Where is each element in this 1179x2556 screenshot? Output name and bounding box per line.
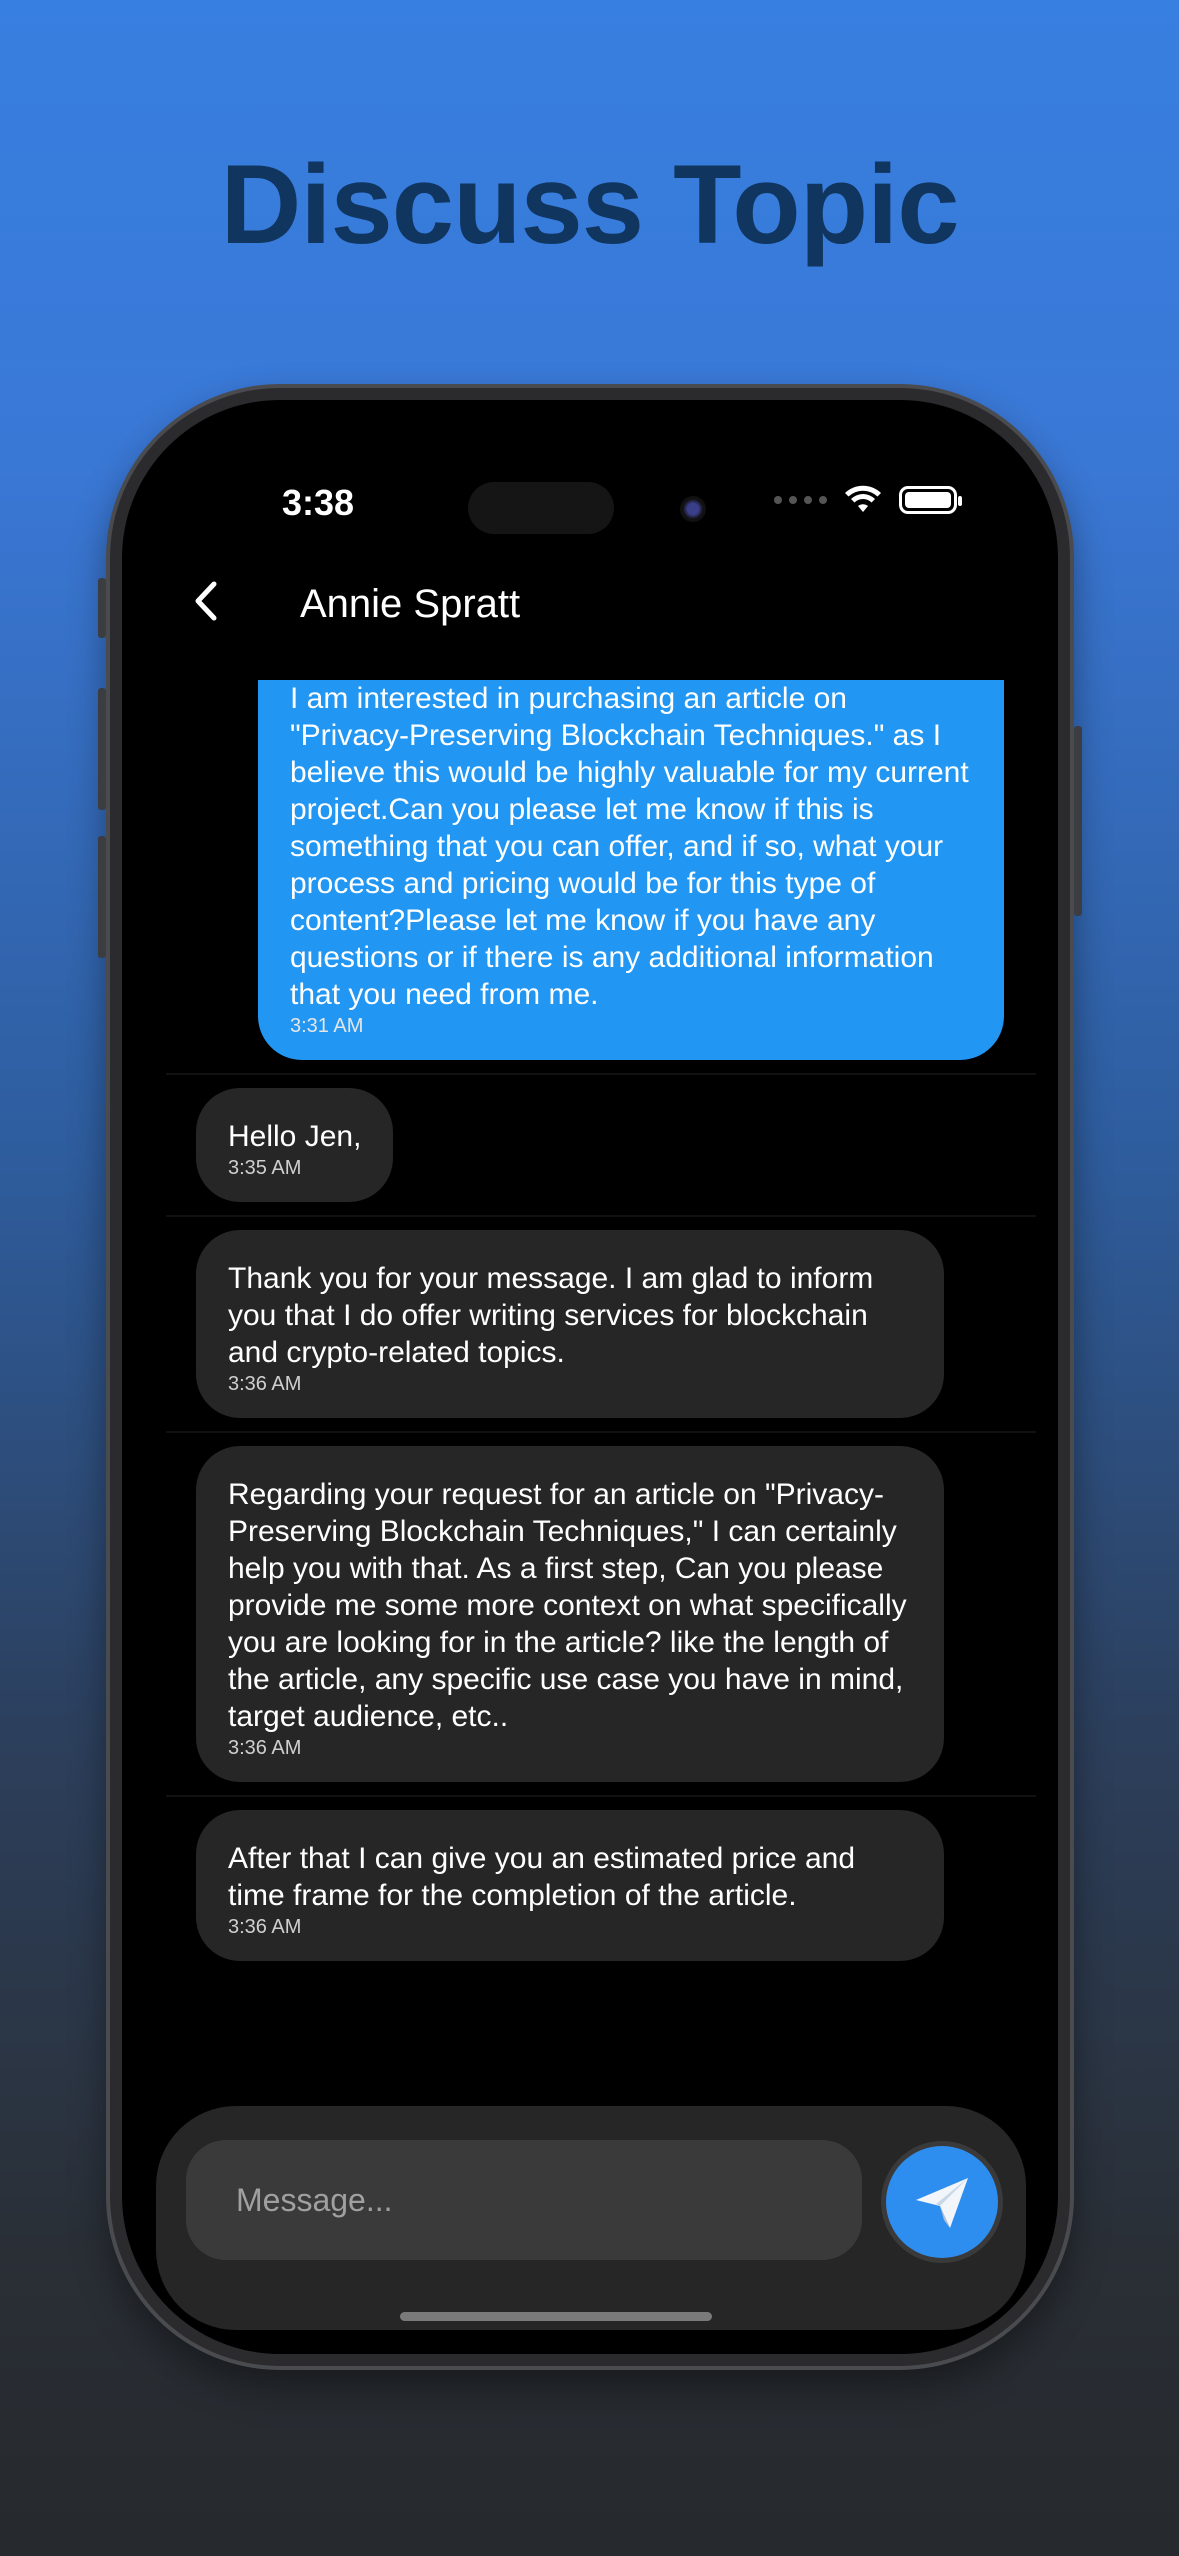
page-headline: Discuss Topic (220, 142, 959, 267)
mute-switch (98, 578, 106, 638)
volume-up-button (98, 688, 106, 810)
phone-frame: 3:38 Annie Spratt I am interested in pur… (98, 388, 1082, 2366)
power-button (1074, 726, 1082, 916)
send-button[interactable] (886, 2146, 998, 2258)
message-row: Hello Jen, 3:35 AM (166, 1075, 1036, 1217)
incoming-message-bubble[interactable]: Thank you for your message. I am glad to… (196, 1230, 944, 1418)
message-time: 3:36 AM (228, 1373, 302, 1395)
message-input[interactable] (186, 2140, 862, 2260)
message-row: I am interested in purchasing an article… (166, 680, 1036, 1075)
signal-dots-icon (774, 496, 827, 504)
incoming-message-bubble[interactable]: After that I can give you an estimated p… (196, 1810, 944, 1961)
battery-icon (899, 486, 962, 514)
message-list[interactable]: I am interested in purchasing an article… (166, 680, 1036, 2076)
message-text: Hello Jen, (228, 1120, 362, 1153)
message-row: Regarding your request for an article on… (166, 1433, 1036, 1797)
message-row: Thank you for your message. I am glad to… (166, 1217, 1036, 1433)
contact-name: Annie Spratt (300, 582, 521, 626)
message-row: After that I can give you an estimated p… (166, 1797, 1036, 1974)
volume-down-button (98, 836, 106, 958)
message-text: Thank you for your message. I am glad to… (228, 1262, 874, 1369)
wifi-icon (845, 485, 881, 512)
message-text: I am interested in purchasing an article… (290, 682, 969, 1011)
outgoing-message-bubble[interactable]: I am interested in purchasing an article… (258, 680, 1004, 1060)
phone-screen: 3:38 Annie Spratt I am interested in pur… (122, 400, 1058, 2354)
back-button[interactable] (184, 576, 234, 626)
message-text: After that I can give you an estimated p… (228, 1842, 856, 1912)
chevron-left-icon (195, 581, 217, 621)
message-time: 3:35 AM (228, 1157, 302, 1179)
status-indicators (774, 480, 962, 520)
message-time: 3:36 AM (228, 1916, 302, 1938)
paper-plane-icon (916, 2178, 968, 2228)
incoming-message-bubble[interactable]: Regarding your request for an article on… (196, 1446, 944, 1782)
status-time: 3:38 (282, 482, 355, 523)
message-text: Regarding your request for an article on… (228, 1478, 907, 1733)
home-indicator (400, 2312, 712, 2321)
dynamic-island (468, 482, 614, 534)
message-time: 3:36 AM (228, 1737, 302, 1759)
incoming-message-bubble[interactable]: Hello Jen, 3:35 AM (196, 1088, 394, 1202)
message-time: 3:31 AM (290, 1015, 364, 1037)
camera-icon (680, 496, 706, 522)
message-composer (156, 2106, 1026, 2330)
